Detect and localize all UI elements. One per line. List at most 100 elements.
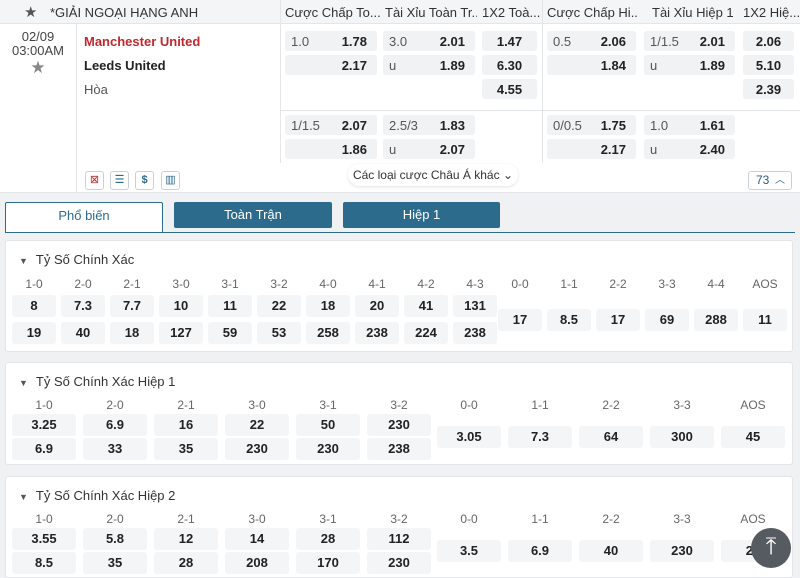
score-odds-cell[interactable]: 258 — [306, 322, 350, 344]
scroll-to-top-icon[interactable]: ⤒ — [751, 528, 791, 568]
score-odds-cell[interactable]: 11 — [208, 295, 252, 317]
star-icon[interactable]: ★ — [24, 3, 37, 21]
score-odds-cell[interactable]: 28 — [154, 552, 218, 574]
score-odds-cell[interactable]: 6.9 — [12, 438, 76, 460]
score-odds-cell[interactable]: 7.3 — [508, 426, 572, 448]
score-odds-cell[interactable]: 7.3 — [61, 295, 105, 317]
score-odds-cell[interactable]: 11 — [743, 309, 787, 331]
score-odds-cell[interactable]: 69 — [645, 309, 689, 331]
odds-cell-hdp-away-2[interactable]: 1.86 — [285, 139, 377, 159]
score-odds-cell[interactable]: 10 — [159, 295, 203, 317]
score-odds-cell[interactable]: 35 — [154, 438, 218, 460]
score-odds-cell[interactable]: 18 — [110, 322, 154, 344]
score-odds-cell[interactable]: 19 — [12, 322, 56, 344]
odds-cell-hdp-h1-away-2[interactable]: 2.17 — [547, 139, 636, 159]
odds-cell-hdp-home[interactable]: 1.0 1.78 — [285, 31, 377, 51]
odds-cell-hdp-h1-home[interactable]: 0.5 2.06 — [547, 31, 636, 51]
tab-full-match[interactable]: Toàn Trận — [174, 202, 332, 228]
odds-cell-over[interactable]: 3.0 2.01 — [383, 31, 475, 51]
odds-cell-hdp-h1-away[interactable]: 1.84 — [547, 55, 636, 75]
more-markets-count[interactable]: 73 ︿ — [748, 171, 792, 190]
score-odds-cell[interactable]: 64 — [579, 426, 643, 448]
score-odds-cell[interactable]: 35 — [83, 552, 147, 574]
score-odds-cell[interactable]: 112 — [367, 528, 431, 550]
more-bets-button[interactable]: Các loại cược Châu Á khác ⌄ — [348, 164, 518, 186]
odds-cell-1x2-away[interactable]: 6.30 — [482, 55, 537, 75]
score-odds-cell[interactable]: 17 — [498, 309, 542, 331]
score-odds-cell[interactable]: 18 — [306, 295, 350, 317]
score-label: 1-0 — [35, 398, 53, 412]
score-odds-cell[interactable]: 3.5 — [437, 540, 501, 562]
score-odds-cell[interactable]: 16 — [154, 414, 218, 436]
odds-cell-hdp-away[interactable]: 2.17 — [285, 55, 377, 75]
score-odds-cell[interactable]: 45 — [721, 426, 785, 448]
score-odds-cell[interactable]: 3.25 — [12, 414, 76, 436]
score-odds-cell[interactable]: 6.9 — [508, 540, 572, 562]
odds-cell-1x2-h1-draw[interactable]: 2.39 — [743, 79, 794, 99]
score-odds-cell[interactable]: 224 — [404, 322, 448, 344]
stats-field-icon[interactable]: ⊠ — [85, 171, 104, 190]
score-label: 1-1 — [531, 398, 549, 412]
score-odds-cell[interactable]: 50 — [296, 414, 360, 436]
score-odds-cell[interactable]: 33 — [83, 438, 147, 460]
odds-cell-over-h1[interactable]: 1/1.5 2.01 — [644, 31, 735, 51]
score-odds-cell[interactable]: 5.8 — [83, 528, 147, 550]
score-odds-cell[interactable]: 8.5 — [547, 309, 591, 331]
score-odds-cell[interactable]: 12 — [154, 528, 218, 550]
section-title[interactable]: ▼ Tỷ Số Chính Xác Hiệp 1 — [19, 374, 175, 389]
score-odds-cell[interactable]: 8.5 — [12, 552, 76, 574]
score-odds-cell[interactable]: 40 — [61, 322, 105, 344]
score-odds-cell[interactable]: 3.55 — [12, 528, 76, 550]
dollar-icon[interactable]: $ — [135, 171, 154, 190]
score-odds-cell[interactable]: 8 — [12, 295, 56, 317]
score-odds-cell[interactable]: 53 — [257, 322, 301, 344]
score-label: 1-1 — [560, 277, 578, 291]
score-odds-cell[interactable]: 14 — [225, 528, 289, 550]
score-odds-cell[interactable]: 22 — [225, 414, 289, 436]
odds-cell-over-2[interactable]: 2.5/3 1.83 — [383, 115, 475, 135]
score-odds-cell[interactable]: 230 — [296, 438, 360, 460]
section-title[interactable]: ▼ Tỷ Số Chính Xác Hiệp 2 — [19, 488, 175, 503]
score-odds-cell[interactable]: 230 — [367, 414, 431, 436]
score-odds-cell[interactable]: 238 — [453, 322, 497, 344]
score-odds-cell[interactable]: 288 — [694, 309, 738, 331]
odds-cell-1x2-draw[interactable]: 4.55 — [482, 79, 537, 99]
tab-popular[interactable]: Phổ biến — [5, 202, 163, 233]
score-odds-cell[interactable]: 22 — [257, 295, 301, 317]
lineup-icon[interactable]: ☰ — [110, 171, 129, 190]
odds-cell-under-2[interactable]: u 2.07 — [383, 139, 475, 159]
score-odds-cell[interactable]: 41 — [404, 295, 448, 317]
odds-cell-1x2-h1-home[interactable]: 2.06 — [743, 31, 794, 51]
score-odds-cell[interactable]: 131 — [453, 295, 497, 317]
bar-chart-icon[interactable]: ▥ — [161, 171, 180, 190]
score-odds-cell[interactable]: 59 — [208, 322, 252, 344]
score-odds-cell[interactable]: 170 — [296, 552, 360, 574]
odds-cell-over-h1-2[interactable]: 1.0 1.61 — [644, 115, 735, 135]
score-odds-cell[interactable]: 28 — [296, 528, 360, 550]
score-odds-cell[interactable]: 7.7 — [110, 295, 154, 317]
score-odds-cell[interactable]: 230 — [367, 552, 431, 574]
odds-cell-1x2-h1-away[interactable]: 5.10 — [743, 55, 794, 75]
score-odds-cell[interactable]: 208 — [225, 552, 289, 574]
favorite-star-icon[interactable]: ★ — [0, 59, 76, 76]
odds-cell-under-h1[interactable]: u 1.89 — [644, 55, 735, 75]
score-odds-cell[interactable]: 238 — [367, 438, 431, 460]
col-ou-h1: Tài Xỉu Hiệp 1 — [652, 5, 734, 20]
score-odds-cell[interactable]: 40 — [579, 540, 643, 562]
score-odds-cell[interactable]: 230 — [225, 438, 289, 460]
odds-cell-under[interactable]: u 1.89 — [383, 55, 475, 75]
score-odds-cell[interactable]: 238 — [355, 322, 399, 344]
score-odds-cell[interactable]: 230 — [650, 540, 714, 562]
score-odds-cell[interactable]: 17 — [596, 309, 640, 331]
score-odds-cell[interactable]: 6.9 — [83, 414, 147, 436]
score-odds-cell[interactable]: 3.05 — [437, 426, 501, 448]
odds-cell-1x2-home[interactable]: 1.47 — [482, 31, 537, 51]
tab-first-half[interactable]: Hiệp 1 — [343, 202, 500, 228]
odds-cell-under-h1-2[interactable]: u 2.40 — [644, 139, 735, 159]
score-odds-cell[interactable]: 20 — [355, 295, 399, 317]
section-title[interactable]: ▼ Tỷ Số Chính Xác — [19, 252, 134, 267]
score-odds-cell[interactable]: 300 — [650, 426, 714, 448]
odds-cell-hdp-home-2[interactable]: 1/1.5 2.07 — [285, 115, 377, 135]
score-odds-cell[interactable]: 127 — [159, 322, 203, 344]
odds-cell-hdp-h1-home-2[interactable]: 0/0.5 1.75 — [547, 115, 636, 135]
